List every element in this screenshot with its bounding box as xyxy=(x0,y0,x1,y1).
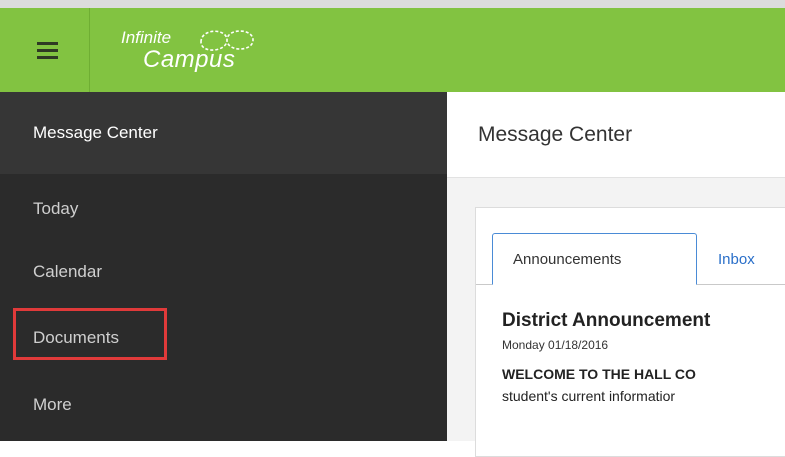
announcement-title: District Announcement xyxy=(502,310,711,331)
tab-label: Inbox xyxy=(718,250,755,268)
announcement-body-text: student's current informatior xyxy=(502,388,676,404)
announcement-body-heading: WELCOME TO THE HALL CO xyxy=(502,366,696,382)
infinity-loop-icon xyxy=(200,30,254,51)
sidebar: Message Center Today Calendar Documents … xyxy=(0,92,447,441)
sidebar-item-label: Today xyxy=(33,199,79,218)
menu-button[interactable] xyxy=(0,8,90,92)
sidebar-item-more[interactable]: More xyxy=(0,375,447,435)
tab-announcements[interactable]: Announcements xyxy=(492,233,697,285)
message-card: Announcements Inbox District Announcemen… xyxy=(475,207,785,457)
main-content: Message Center Announcements Inbox Distr… xyxy=(447,92,785,457)
sidebar-item-today[interactable]: Today xyxy=(0,179,447,239)
tab-inbox[interactable]: Inbox xyxy=(718,233,755,285)
page-title: Message Center xyxy=(447,92,785,178)
announcement-date: Monday 01/18/2016 xyxy=(502,338,609,352)
logo-text-line1: Infinite xyxy=(121,28,172,47)
tab-label: Announcements xyxy=(513,250,622,268)
sidebar-item-label: Message Center xyxy=(33,123,158,142)
documents-highlight-box xyxy=(13,308,167,360)
sidebar-item-calendar[interactable]: Calendar xyxy=(0,242,447,302)
top-strip xyxy=(0,0,785,8)
sidebar-item-label: Calendar xyxy=(33,262,102,281)
app-header: Infinite Campus xyxy=(0,8,785,92)
sidebar-item-message-center[interactable]: Message Center xyxy=(0,92,447,174)
infinite-campus-logo[interactable]: Infinite Campus xyxy=(121,24,281,80)
sidebar-item-label: More xyxy=(33,395,72,414)
